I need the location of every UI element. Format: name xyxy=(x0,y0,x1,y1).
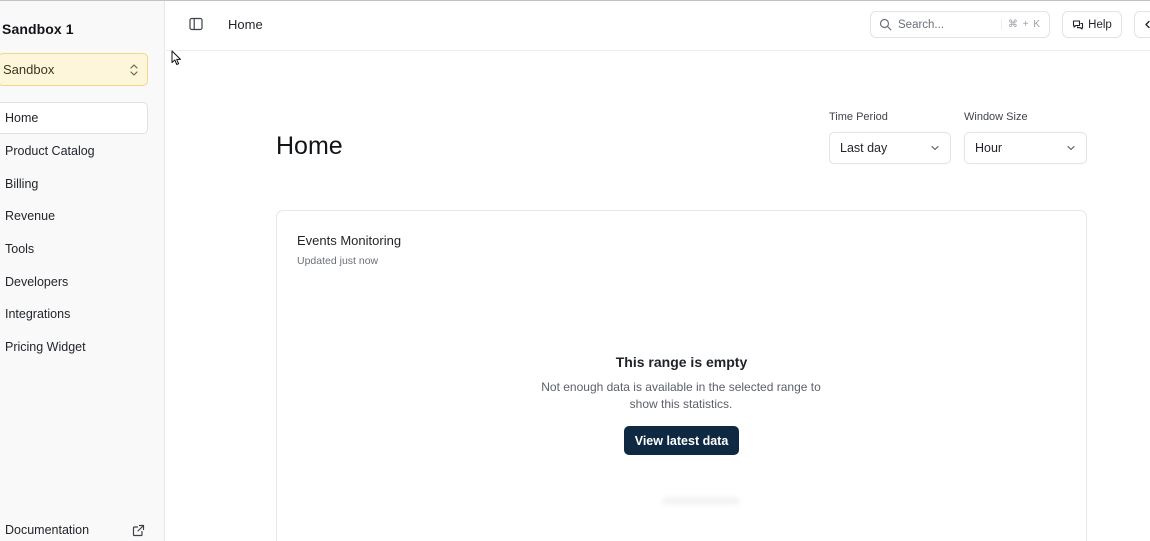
breadcrumb[interactable]: Home xyxy=(228,17,263,32)
time-period-select[interactable]: Last day xyxy=(829,132,951,164)
external-link-icon xyxy=(132,524,145,536)
empty-state-title: This range is empty xyxy=(615,354,748,370)
sidebar-nav: Home Product Catalog Billing Revenue Too… xyxy=(0,102,148,364)
events-monitoring-card: Events Monitoring Updated just now This … xyxy=(276,210,1087,541)
card-subtitle: Updated just now xyxy=(297,255,379,267)
sidebar-item-pricing-widget[interactable]: Pricing Widget xyxy=(0,331,148,364)
org-title: Sandbox 1 xyxy=(2,21,74,37)
placeholder-skeleton xyxy=(662,497,740,505)
chat-bubbles-icon xyxy=(1073,19,1084,30)
search-icon xyxy=(879,18,892,31)
sidebar-item-developers[interactable]: Developers xyxy=(0,265,148,298)
chevron-down-icon xyxy=(931,145,939,151)
sidebar-item-label: Home xyxy=(5,111,39,125)
chevron-left-icon xyxy=(1145,20,1150,29)
help-label: Help xyxy=(1088,18,1112,31)
mouse-cursor-icon xyxy=(171,50,181,65)
window-size-select[interactable]: Hour xyxy=(964,132,1087,164)
sidebar-item-tools[interactable]: Tools xyxy=(0,233,148,266)
sidebar-item-label: Integrations xyxy=(5,307,71,322)
chevron-down-icon xyxy=(1067,145,1075,151)
page-title: Home xyxy=(276,132,343,160)
documentation-label: Documentation xyxy=(5,523,90,537)
time-period-label: Time Period xyxy=(829,111,888,123)
card-title: Events Monitoring xyxy=(297,233,402,248)
sidebar-item-label: Pricing Widget xyxy=(5,340,86,355)
search-placeholder: Search... xyxy=(898,18,945,31)
time-period-value: Last day xyxy=(840,141,888,155)
empty-state-description: Not enough data is available in the sele… xyxy=(541,380,821,411)
collapse-panel-button[interactable] xyxy=(1134,11,1150,38)
top-header: Home Search... ⌘ + K Help xyxy=(166,1,1150,51)
sidebar-item-label: Product Catalog xyxy=(5,144,95,159)
sidebar-item-integrations[interactable]: Integrations xyxy=(0,298,148,331)
environment-select[interactable]: Sandbox xyxy=(0,53,148,86)
chevron-up-down-icon xyxy=(130,63,138,76)
sidebar: Sandbox 1 Sandbox Home Product Catalog B… xyxy=(0,1,165,541)
search-shortcut: ⌘ + K xyxy=(1000,19,1041,30)
sidebar-item-label: Revenue xyxy=(5,209,56,224)
documentation-link[interactable]: Documentation xyxy=(5,523,145,537)
sidebar-item-label: Developers xyxy=(5,274,69,289)
sidebar-item-label: Tools xyxy=(5,242,35,257)
sidebar-item-revenue[interactable]: Revenue xyxy=(0,200,148,233)
help-button[interactable]: Help xyxy=(1062,11,1122,38)
sidebar-toggle-icon[interactable] xyxy=(189,17,203,31)
sidebar-item-label: Billing xyxy=(5,176,39,191)
environment-select-label: Sandbox xyxy=(3,62,55,77)
sidebar-item-product-catalog[interactable]: Product Catalog xyxy=(0,135,148,168)
sidebar-item-home[interactable]: Home xyxy=(0,102,148,134)
search-input[interactable]: Search... ⌘ + K xyxy=(870,11,1050,38)
window-size-value: Hour xyxy=(975,141,1003,155)
window-size-label: Window Size xyxy=(964,111,1028,123)
sidebar-item-billing[interactable]: Billing xyxy=(0,167,148,200)
view-latest-data-button[interactable]: View latest data xyxy=(624,426,739,455)
